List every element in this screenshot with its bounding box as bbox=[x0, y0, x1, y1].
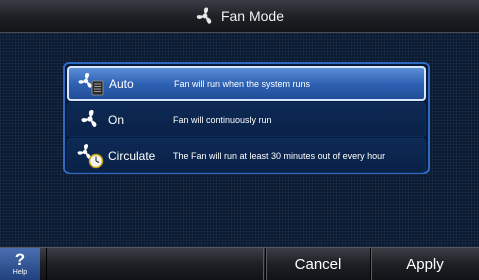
fan-icon bbox=[76, 107, 104, 133]
cancel-button[interactable]: Cancel bbox=[265, 248, 370, 280]
title-bar: Fan Mode bbox=[0, 0, 479, 33]
option-description: Fan will run when the system runs bbox=[174, 78, 311, 89]
bottom-toolbar: ? Help Cancel Apply bbox=[0, 247, 479, 280]
page-title: Fan Mode bbox=[220, 8, 285, 24]
fan-icon bbox=[195, 6, 215, 26]
help-button[interactable]: ? Help bbox=[0, 248, 40, 280]
option-label: Auto bbox=[109, 76, 134, 91]
help-label: Help bbox=[12, 269, 28, 276]
option-on[interactable]: On Fan will continuously run bbox=[67, 102, 426, 137]
fan-auto-icon bbox=[77, 71, 105, 97]
empty-toolbar-slot bbox=[46, 248, 264, 280]
option-circulate[interactable]: Circulate The Fan will run at least 30 m… bbox=[67, 138, 426, 173]
main-area: Auto Fan will run when the system runs O… bbox=[0, 33, 479, 247]
option-auto[interactable]: Auto Fan will run when the system runs bbox=[67, 66, 426, 101]
apply-button[interactable]: Apply bbox=[370, 248, 479, 280]
help-icon: ? bbox=[14, 250, 26, 269]
fan-mode-options: Auto Fan will run when the system runs O… bbox=[63, 62, 430, 174]
option-label: Circulate bbox=[108, 148, 156, 163]
option-description: Fan will continuously run bbox=[173, 114, 272, 125]
option-description: The Fan will run at least 30 minutes out… bbox=[173, 150, 386, 161]
option-label: On bbox=[108, 112, 125, 127]
fan-clock-icon bbox=[76, 143, 104, 169]
